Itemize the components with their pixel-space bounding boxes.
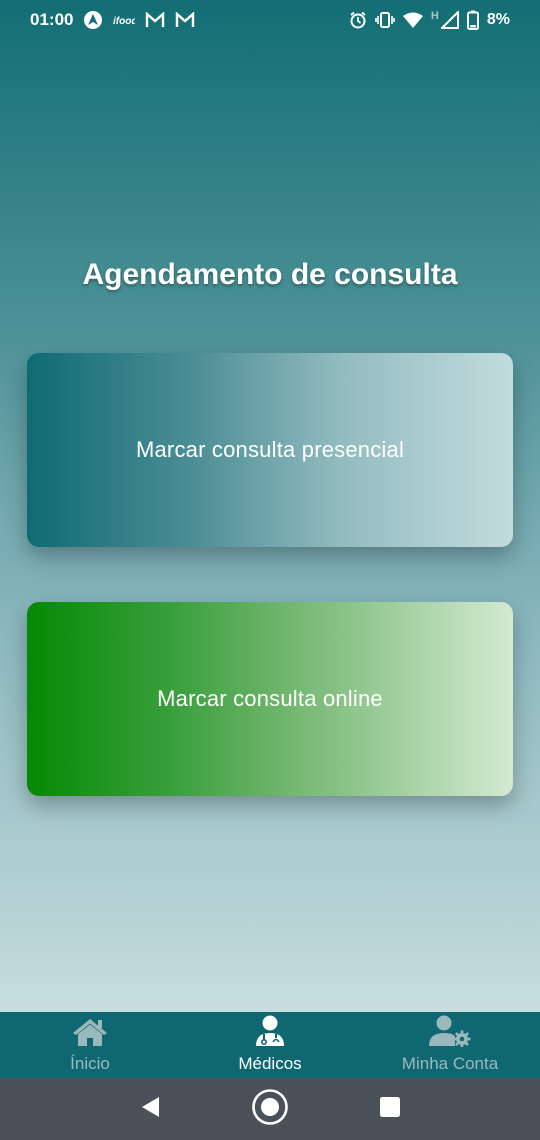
nav-item-home[interactable]: Ínicio [0, 1012, 180, 1078]
back-icon [139, 1095, 161, 1124]
nav-label-home: Ínicio [70, 1054, 110, 1073]
battery-icon [466, 10, 479, 30]
wifi-icon [402, 12, 423, 28]
vibrate-icon [375, 11, 395, 29]
nav-item-account[interactable]: Minha Conta [360, 1012, 540, 1078]
recents-button[interactable] [360, 1084, 420, 1134]
home-circle-icon [251, 1088, 289, 1131]
schedule-online-label: Marcar consulta online [157, 686, 383, 711]
system-navigation-bar [0, 1078, 540, 1140]
svg-text:ifood: ifood [113, 16, 135, 27]
nav-item-doctors[interactable]: Médicos [180, 1012, 360, 1078]
nav-label-account: Minha Conta [401, 1054, 499, 1073]
page-title: Agendamento de consulta [82, 258, 458, 291]
doctor-icon [255, 1015, 285, 1052]
home-button[interactable] [240, 1084, 300, 1134]
bottom-navigation: Ínicio Médicos Minha Conta [0, 1012, 540, 1078]
nav-label-doctors: Médicos [238, 1054, 302, 1073]
gmail-icon [145, 12, 165, 28]
recents-icon [379, 1096, 401, 1123]
schedule-in-person-label: Marcar consulta presencial [135, 437, 405, 462]
ifood-icon: ifood [113, 13, 135, 27]
back-button[interactable] [120, 1084, 180, 1134]
nav-app-icon [83, 10, 103, 30]
status-time: 01:00 [30, 10, 74, 29]
user-settings-icon [428, 1015, 472, 1052]
alarm-icon [349, 11, 367, 29]
status-bar: 01:00 ifood H 8% [0, 0, 540, 40]
signal-icon [440, 11, 459, 29]
home-icon [71, 1017, 109, 1052]
schedule-online-button[interactable]: Marcar consulta online [27, 602, 513, 796]
schedule-in-person-button[interactable]: Marcar consulta presencial [27, 353, 513, 547]
network-type: H [430, 10, 439, 22]
gmail-icon [175, 12, 195, 28]
battery-percent: 8% [486, 11, 510, 28]
